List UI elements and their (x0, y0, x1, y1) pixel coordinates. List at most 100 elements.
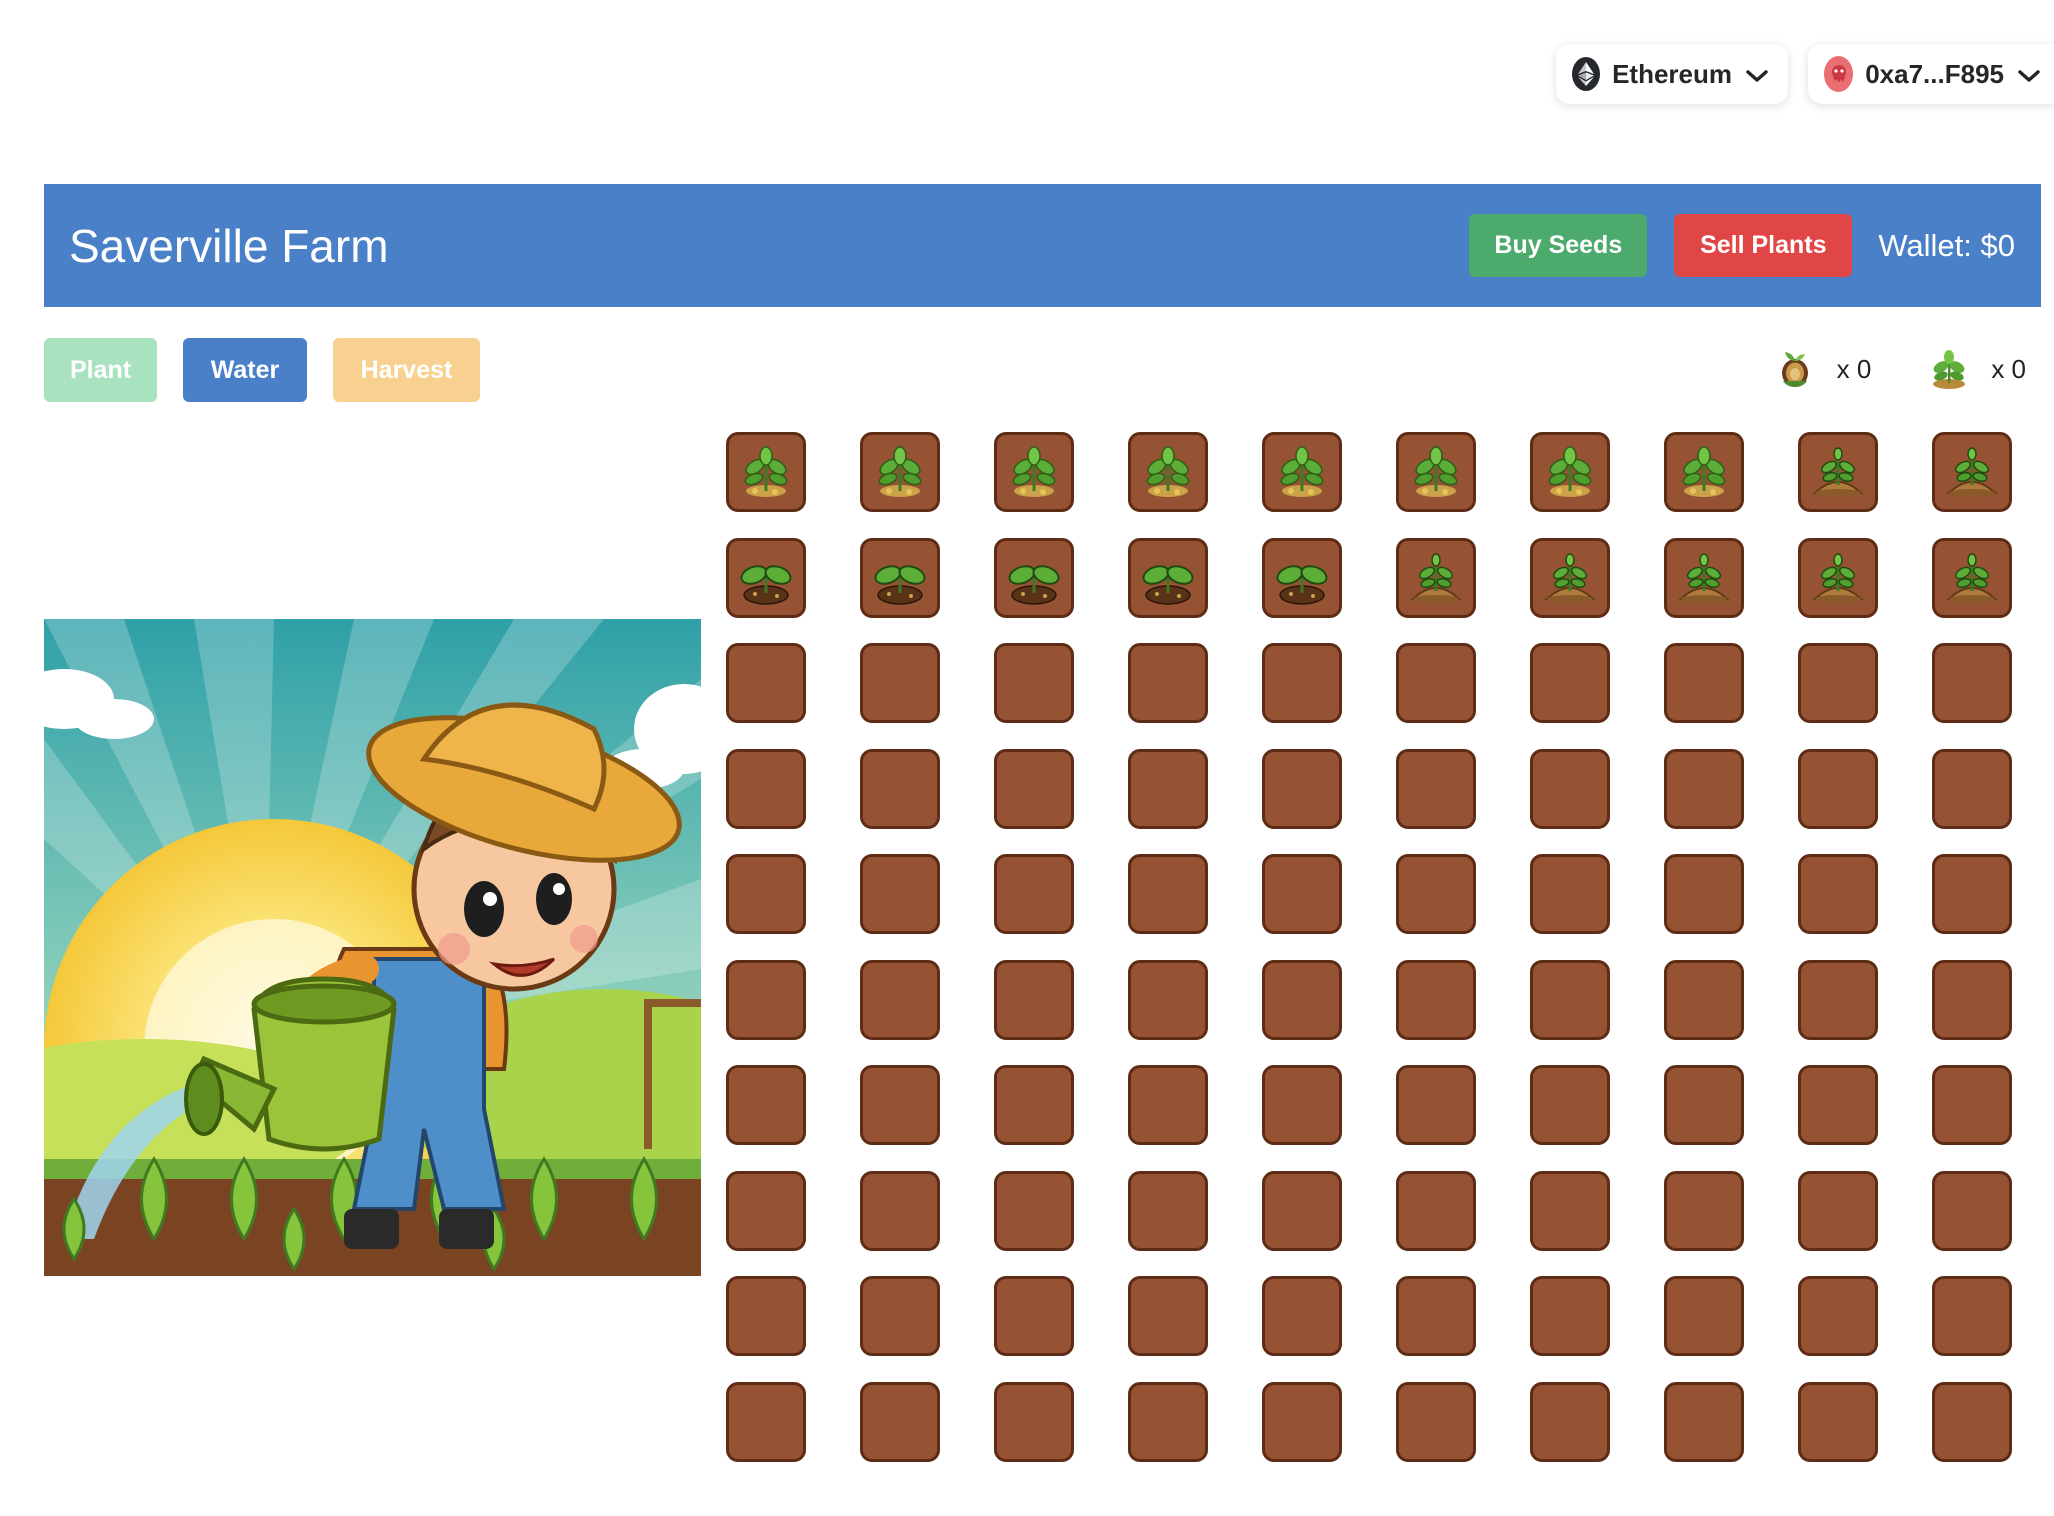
farm-plot[interactable] (726, 959, 806, 1040)
farm-plot[interactable] (1262, 959, 1342, 1040)
farm-plot[interactable] (860, 1276, 940, 1356)
farm-plot[interactable] (1128, 1276, 1208, 1356)
farm-plot[interactable] (1664, 854, 1744, 934)
farm-plot[interactable] (1262, 1065, 1342, 1145)
farm-plot[interactable] (1530, 748, 1610, 829)
farm-plot[interactable] (1128, 537, 1208, 618)
harvest-button[interactable]: Harvest (333, 338, 480, 402)
farm-plot[interactable] (1932, 854, 2012, 934)
farm-plot[interactable] (1932, 959, 2012, 1040)
farm-plot[interactable] (726, 537, 806, 618)
farm-plot[interactable] (1664, 432, 1744, 512)
farm-plot[interactable] (1530, 959, 1610, 1040)
farm-plot[interactable] (1262, 1276, 1342, 1356)
farm-plot[interactable] (860, 643, 940, 723)
water-button[interactable]: Water (183, 338, 307, 402)
farm-plot[interactable] (994, 854, 1074, 934)
farm-plot[interactable] (1128, 854, 1208, 934)
farm-plot[interactable] (860, 432, 940, 512)
farm-plot[interactable] (1932, 643, 2012, 723)
farm-plot[interactable] (1530, 537, 1610, 618)
farm-plot[interactable] (726, 1065, 806, 1145)
farm-plot[interactable] (1798, 1381, 1878, 1462)
account-selector[interactable]: 0xa7...F895 (1808, 44, 2054, 104)
farm-plot[interactable] (1396, 1381, 1476, 1462)
farm-plot[interactable] (1128, 748, 1208, 829)
farm-plot[interactable] (1932, 537, 2012, 618)
farm-plot[interactable] (726, 854, 806, 934)
farm-plot[interactable] (1932, 1381, 2012, 1462)
farm-plot[interactable] (726, 1276, 806, 1356)
farm-plot[interactable] (1262, 1381, 1342, 1462)
farm-plot[interactable] (1798, 959, 1878, 1040)
farm-plot[interactable] (1530, 432, 1610, 512)
farm-plot[interactable] (994, 959, 1074, 1040)
farm-plot[interactable] (1664, 1065, 1744, 1145)
plant-button[interactable]: Plant (44, 338, 157, 402)
farm-plot[interactable] (1932, 432, 2012, 512)
farm-plot[interactable] (994, 1065, 1074, 1145)
farm-plot[interactable] (1932, 1170, 2012, 1251)
farm-plot[interactable] (860, 1381, 940, 1462)
farm-plot[interactable] (1396, 643, 1476, 723)
farm-plot[interactable] (1664, 643, 1744, 723)
farm-plot[interactable] (1530, 643, 1610, 723)
farm-plot[interactable] (860, 1170, 940, 1251)
farm-plot[interactable] (1396, 432, 1476, 512)
farm-plot[interactable] (1396, 1170, 1476, 1251)
sell-plants-button[interactable]: Sell Plants (1674, 214, 1853, 277)
farm-plot[interactable] (1530, 854, 1610, 934)
farm-plot[interactable] (1664, 959, 1744, 1040)
farm-plot[interactable] (1798, 854, 1878, 934)
farm-plot[interactable] (1530, 1381, 1610, 1462)
farm-plot[interactable] (1798, 1170, 1878, 1251)
farm-plot[interactable] (1396, 537, 1476, 618)
farm-plot[interactable] (726, 432, 806, 512)
farm-plot[interactable] (994, 643, 1074, 723)
farm-plot[interactable] (994, 1381, 1074, 1462)
farm-plot[interactable] (1262, 854, 1342, 934)
farm-plot[interactable] (1396, 1276, 1476, 1356)
buy-seeds-button[interactable]: Buy Seeds (1469, 214, 1648, 277)
farm-plot[interactable] (1128, 1065, 1208, 1145)
farm-plot[interactable] (1262, 537, 1342, 618)
farm-plot[interactable] (726, 748, 806, 829)
farm-plot[interactable] (1530, 1170, 1610, 1251)
farm-plot[interactable] (1128, 643, 1208, 723)
network-selector[interactable]: Ethereum (1556, 44, 1788, 104)
farm-plot[interactable] (1664, 1276, 1744, 1356)
farm-plot[interactable] (1128, 432, 1208, 512)
farm-plot[interactable] (1932, 1065, 2012, 1145)
farm-plot[interactable] (860, 748, 940, 829)
farm-plot[interactable] (1798, 432, 1878, 512)
farm-plot[interactable] (1664, 1381, 1744, 1462)
farm-plot[interactable] (1798, 643, 1878, 723)
farm-plot[interactable] (1664, 748, 1744, 829)
farm-plot[interactable] (994, 748, 1074, 829)
farm-plot[interactable] (994, 1276, 1074, 1356)
farm-plot[interactable] (1932, 748, 2012, 829)
farm-plot[interactable] (860, 959, 940, 1040)
farm-plot[interactable] (994, 432, 1074, 512)
farm-plot[interactable] (1128, 1381, 1208, 1462)
farm-plot[interactable] (860, 537, 940, 618)
farm-plot[interactable] (1798, 1276, 1878, 1356)
farm-plot[interactable] (1664, 1170, 1744, 1251)
farm-plot[interactable] (1128, 959, 1208, 1040)
farm-plot[interactable] (1932, 1276, 2012, 1356)
farm-plot[interactable] (1664, 537, 1744, 618)
farm-plot[interactable] (1262, 1170, 1342, 1251)
farm-plot[interactable] (726, 1381, 806, 1462)
farm-plot[interactable] (1396, 959, 1476, 1040)
farm-plot[interactable] (726, 1170, 806, 1251)
farm-plot[interactable] (1396, 748, 1476, 829)
farm-plot[interactable] (994, 537, 1074, 618)
farm-plot[interactable] (1396, 1065, 1476, 1145)
farm-plot[interactable] (1530, 1065, 1610, 1145)
farm-plot[interactable] (726, 643, 806, 723)
farm-plot[interactable] (1798, 537, 1878, 618)
farm-plot[interactable] (1262, 432, 1342, 512)
farm-plot[interactable] (1262, 643, 1342, 723)
farm-plot[interactable] (994, 1170, 1074, 1251)
farm-plot[interactable] (1128, 1170, 1208, 1251)
